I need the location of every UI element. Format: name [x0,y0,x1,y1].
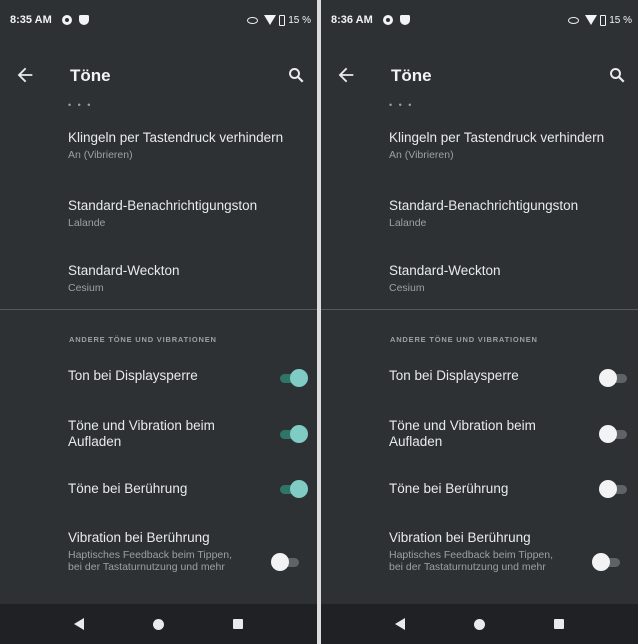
pref-summary: Lalande [389,217,427,229]
status-bar: 8:35 AM 15 % [0,0,317,40]
toggle-switch[interactable] [592,552,622,572]
navigation-bar [0,604,317,644]
battery-percentage: 15 % [288,14,311,26]
toggle-row-vibration[interactable]: Vibration bei Berührung Haptisches Feedb… [389,530,629,573]
pref-weckton[interactable]: Standard-Weckton Cesium [389,263,501,294]
pref-klingeln[interactable]: Klingeln per Tastendruck verhindern An (… [389,130,604,161]
pref-summary: Cesium [389,282,425,294]
nav-home-icon[interactable] [152,618,164,630]
shield-icon [78,15,89,25]
app-bar: Töne [0,52,317,100]
status-right: 15 % [247,14,311,26]
nav-back-icon[interactable] [395,618,406,630]
pref-summary: Cesium [68,282,104,294]
toggle-title: Vibration bei Berührung [389,530,531,545]
toggle-row-displaysperre[interactable]: Ton bei Displaysperre [68,368,308,387]
toggle-row-beruehrung[interactable]: Töne bei Berührung [68,479,308,499]
gear-icon [382,15,393,25]
scroll-fade-dots: • • • [389,100,414,110]
toggle-title: Töne und Vibration beim Aufladen [389,418,536,449]
toggle-row-aufladen[interactable]: Töne und Vibration beim Aufladen [389,418,629,450]
pref-title: Klingeln per Tastendruck verhindern [389,130,605,145]
status-bar: 8:36 AM 15 % [321,0,638,40]
toggle-row-aufladen[interactable]: Töne und Vibration beim Aufladen [68,418,308,450]
scroll-fade-dots: • • • [68,100,93,110]
nav-back-icon[interactable] [74,618,85,630]
nav-home-icon[interactable] [473,618,485,630]
app-bar: Töne [321,52,638,100]
screenshot-pair: 8:35 AM 15 % Töne • • • Klingeln per Tas… [0,0,638,644]
shield-icon [399,15,410,25]
toggle-title: Vibration bei Berührung [68,530,210,545]
toggle-switch[interactable] [271,552,301,572]
eye-icon [247,16,259,24]
page-title: Töne [70,66,111,85]
toggle-switch[interactable] [278,479,308,499]
search-icon[interactable] [287,66,305,84]
back-arrow-icon[interactable] [14,64,36,86]
pref-summary: An (Vibrieren) [389,149,454,161]
pref-title: Standard-Benachrichtigungston [68,198,258,213]
phone-screen-before: 8:35 AM 15 % Töne • • • Klingeln per Tas… [0,0,317,644]
pref-benachrichtigungston[interactable]: Standard-Benachrichtigungston Lalande [389,198,578,229]
category-header: ANDERE TÖNE UND VIBRATIONEN [390,335,538,344]
pref-summary: Lalande [68,217,106,229]
battery-percentage: 15 % [609,14,632,26]
status-time: 8:35 AM [10,14,52,26]
toggle-title: Töne bei Berührung [68,481,188,496]
toggle-summary: Haptisches Feedback beim Tippen, bei der… [68,549,233,573]
section-divider [0,309,317,310]
wifi-icon [585,15,598,25]
toggle-summary: Haptisches Feedback beim Tippen, bei der… [389,549,554,573]
toggle-row-displaysperre[interactable]: Ton bei Displaysperre [389,368,629,387]
pref-title: Standard-Weckton [68,263,180,278]
gear-icon [61,15,72,25]
pref-benachrichtigungston[interactable]: Standard-Benachrichtigungston Lalande [68,198,257,229]
status-right: 15 % [568,14,632,26]
pref-title: Klingeln per Tastendruck verhindern [68,130,284,145]
pref-klingeln[interactable]: Klingeln per Tastendruck verhindern An (… [68,130,283,161]
eye-icon [568,16,580,24]
pref-title: Standard-Weckton [389,263,501,278]
toggle-switch[interactable] [599,479,629,499]
toggle-row-vibration[interactable]: Vibration bei Berührung Haptisches Feedb… [68,530,308,573]
section-divider [321,309,638,310]
category-header: ANDERE TÖNE UND VIBRATIONEN [69,335,217,344]
search-icon[interactable] [608,66,626,84]
status-time: 8:36 AM [331,14,373,26]
pref-summary: An (Vibrieren) [68,149,133,161]
navigation-bar [321,604,638,644]
toggle-switch[interactable] [278,424,308,444]
nav-recents-icon[interactable] [232,619,243,629]
wifi-icon [264,15,277,25]
toggle-switch[interactable] [278,368,308,388]
battery-icon [279,14,286,26]
toggle-switch[interactable] [599,424,629,444]
toggle-title: Töne bei Berührung [389,481,509,496]
back-arrow-icon[interactable] [335,64,357,86]
toggle-title: Töne und Vibration beim Aufladen [68,418,215,449]
battery-icon [600,14,607,26]
toggle-title: Ton bei Displaysperre [68,368,198,383]
phone-screen-after: 8:36 AM 15 % Töne • • • Klingeln per Tas… [321,0,638,644]
page-title: Töne [391,66,432,85]
toggle-row-beruehrung[interactable]: Töne bei Berührung [389,479,629,499]
pref-title: Standard-Benachrichtigungston [389,198,579,213]
toggle-title: Ton bei Displaysperre [389,368,519,383]
toggle-switch[interactable] [599,368,629,388]
pref-weckton[interactable]: Standard-Weckton Cesium [68,263,180,294]
nav-recents-icon[interactable] [553,619,564,629]
